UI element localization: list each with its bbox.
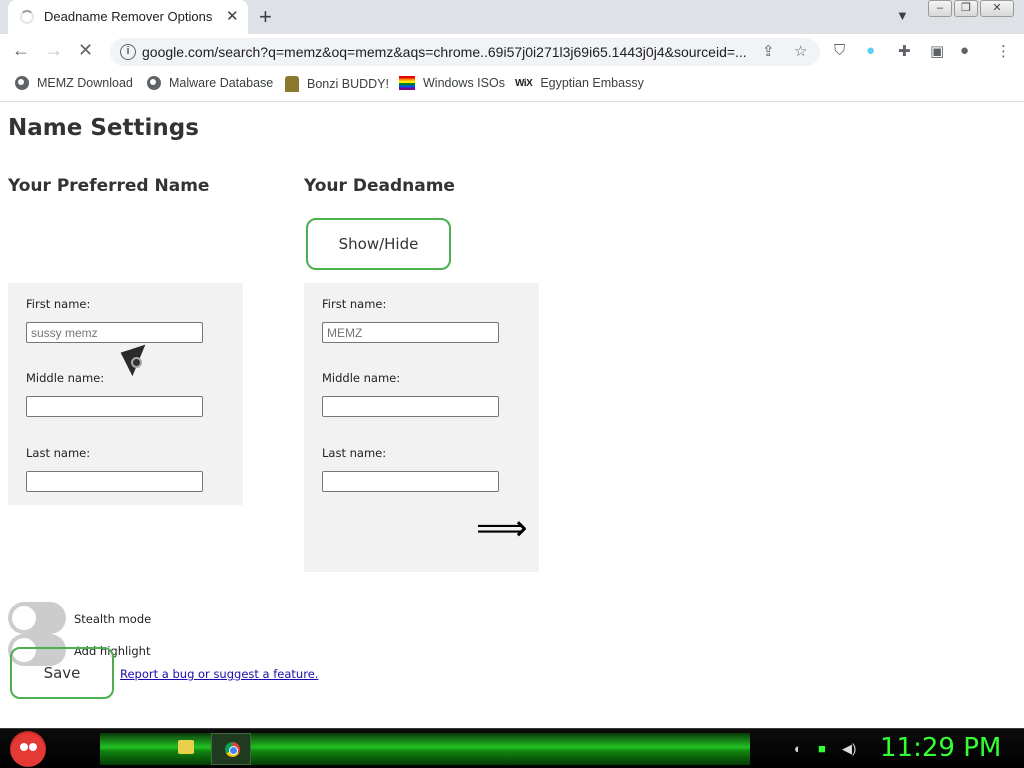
deadname-last-name-input[interactable] bbox=[322, 471, 499, 492]
start-button-angry-bird-icon[interactable] bbox=[10, 731, 46, 767]
preferred-name-panel: First name: Middle name: Last name: bbox=[8, 283, 243, 505]
file-explorer-icon[interactable] bbox=[178, 740, 194, 754]
loading-spinner-icon bbox=[20, 10, 34, 24]
bookmark-label: MEMZ Download bbox=[37, 76, 133, 90]
extensions-puzzle-icon[interactable]: ✚ bbox=[898, 42, 911, 60]
tray-kaspersky-icon[interactable]: ◐ bbox=[794, 741, 802, 756]
deadname-last-name-label: Last name: bbox=[322, 446, 387, 460]
show-hide-button[interactable]: Show/Hide bbox=[306, 218, 451, 270]
globe-icon bbox=[15, 76, 29, 90]
minimize-window-button[interactable]: – bbox=[928, 0, 952, 17]
site-info-icon[interactable]: i bbox=[120, 44, 136, 60]
tray-volume-icon[interactable]: ◀) bbox=[842, 741, 856, 757]
preferred-first-name-input[interactable] bbox=[26, 322, 203, 343]
preferred-name-heading: Your Preferred Name bbox=[8, 176, 210, 196]
ublock-extension-icon[interactable]: ⛉ bbox=[834, 42, 845, 59]
bookmark-egyptian-embassy[interactable]: WiX Egyptian Embassy bbox=[515, 76, 644, 90]
bookmark-bonzi-buddy[interactable]: Bonzi BUDDY! bbox=[285, 76, 389, 92]
deadname-first-name-input[interactable] bbox=[322, 322, 499, 343]
taskbar: ◐ ■ ◀) 11:29 PM bbox=[0, 728, 1024, 768]
trans-flag-extension-icon[interactable]: ● bbox=[866, 42, 875, 59]
stop-loading-icon[interactable]: ✕ bbox=[78, 40, 93, 61]
deadname-panel: First name: Middle name: Last name: ⟹ bbox=[304, 283, 539, 572]
deadname-heading: Your Deadname bbox=[304, 176, 455, 196]
bonzi-icon bbox=[285, 76, 299, 92]
close-tab-icon[interactable]: ✕ bbox=[226, 7, 239, 25]
taskbar-green-band bbox=[100, 733, 750, 765]
deadname-middle-name-label: Middle name: bbox=[322, 371, 401, 385]
bird-eye-icon bbox=[20, 743, 28, 751]
wix-icon: WiX bbox=[515, 77, 533, 89]
save-button[interactable]: Save bbox=[10, 647, 114, 699]
profile-avatar-icon[interactable]: ● bbox=[960, 42, 969, 59]
share-icon[interactable]: ⇪ bbox=[762, 42, 775, 60]
bird-eye-icon bbox=[29, 743, 37, 751]
report-bug-link[interactable]: Report a bug or suggest a feature. bbox=[120, 667, 318, 681]
bookmark-malware-database[interactable]: Malware Database bbox=[147, 76, 273, 90]
stealth-mode-toggle[interactable] bbox=[8, 602, 66, 634]
preferred-middle-name-label: Middle name: bbox=[26, 371, 105, 385]
tab-title: Deadname Remover Options bbox=[44, 9, 213, 24]
menu-kebab-icon[interactable]: ⋮ bbox=[996, 42, 1011, 60]
options-page: Name Settings Your Preferred Name Your D… bbox=[0, 103, 1024, 728]
forward-arrow-icon[interactable]: → bbox=[45, 40, 63, 61]
url-text[interactable]: google.com/search?q=memz&oq=memz&aqs=chr… bbox=[142, 44, 752, 60]
toggle-knob bbox=[12, 606, 36, 630]
bookmarks-bar: MEMZ Download Malware Database Bonzi BUD… bbox=[0, 70, 1024, 102]
cursor-eye-icon bbox=[131, 357, 142, 368]
close-window-button[interactable]: ✕ bbox=[980, 0, 1014, 17]
side-panel-icon[interactable]: ▣ bbox=[930, 42, 944, 60]
deadname-middle-name-input[interactable] bbox=[322, 396, 499, 417]
restore-window-button[interactable]: ❐ bbox=[954, 0, 978, 17]
address-bar[interactable]: i google.com/search?q=memz&oq=memz&aqs=c… bbox=[110, 38, 820, 66]
bookmark-memz-download[interactable]: MEMZ Download bbox=[15, 76, 133, 90]
back-arrow-icon[interactable]: ← bbox=[12, 40, 30, 61]
active-tab[interactable]: Deadname Remover Options ✕ bbox=[8, 0, 248, 34]
preferred-first-name-label: First name: bbox=[26, 297, 91, 311]
preferred-middle-name-input[interactable] bbox=[26, 396, 203, 417]
stealth-mode-label: Stealth mode bbox=[74, 612, 152, 626]
double-arrow-right-icon[interactable]: ⟹ bbox=[476, 511, 528, 547]
tab-search-chevron-icon[interactable]: ▼ bbox=[896, 8, 909, 23]
taskbar-clock[interactable]: 11:29 PM bbox=[880, 733, 1001, 763]
page-title: Name Settings bbox=[8, 115, 199, 141]
bookmark-windows-isos[interactable]: Windows ISOs bbox=[399, 76, 505, 90]
globe-icon bbox=[147, 76, 161, 90]
bookmark-label: Malware Database bbox=[169, 76, 274, 90]
preferred-last-name-input[interactable] bbox=[26, 471, 203, 492]
bookmark-label: Windows ISOs bbox=[423, 76, 505, 90]
tab-strip: Deadname Remover Options ✕ + ▼ – ❐ ✕ bbox=[0, 0, 1024, 34]
rainbow-flag-icon bbox=[399, 76, 415, 90]
deadname-first-name-label: First name: bbox=[322, 297, 387, 311]
bookmark-label: Egyptian Embassy bbox=[540, 76, 644, 90]
bookmark-star-icon[interactable]: ☆ bbox=[794, 42, 807, 60]
chrome-icon bbox=[225, 742, 240, 757]
taskbar-chrome-button[interactable] bbox=[211, 733, 251, 765]
browser-toolbar: ← → ✕ i google.com/search?q=memz&oq=memz… bbox=[0, 34, 1024, 70]
new-tab-button[interactable]: + bbox=[259, 4, 272, 30]
bookmark-label: Bonzi BUDDY! bbox=[307, 77, 389, 91]
preferred-last-name-label: Last name: bbox=[26, 446, 91, 460]
tray-network-icon[interactable]: ■ bbox=[818, 741, 826, 756]
